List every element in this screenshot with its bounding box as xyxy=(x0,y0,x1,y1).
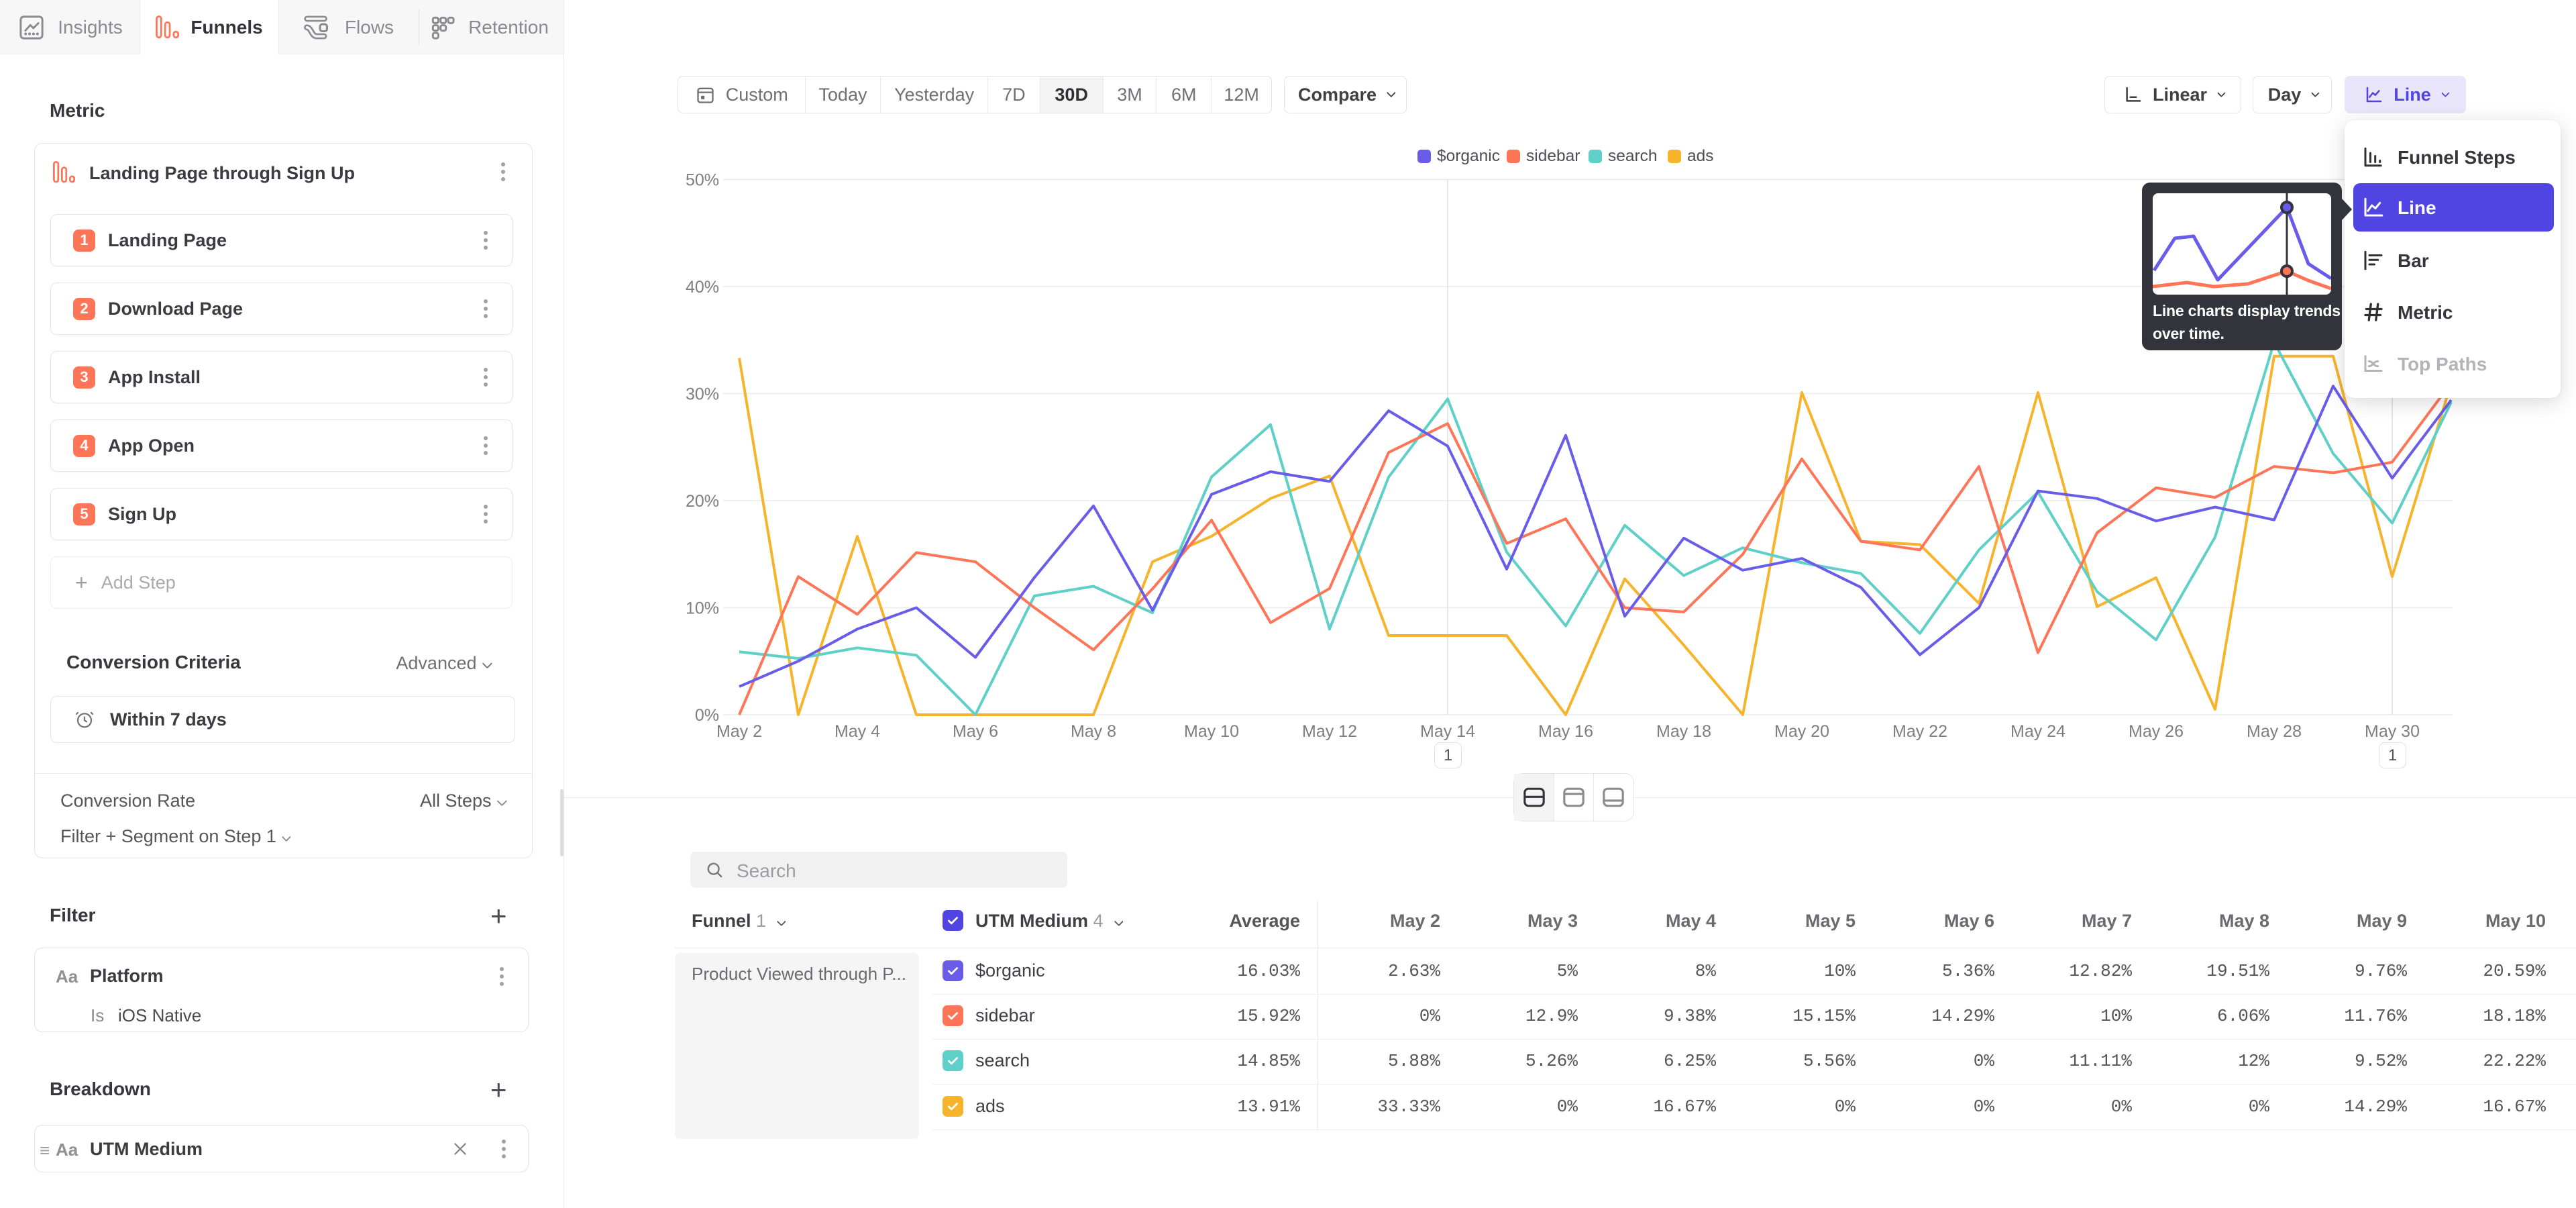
svg-text:May 2: May 2 xyxy=(716,722,762,741)
svg-text:May 28: May 28 xyxy=(2247,722,2302,741)
svg-text:May 24: May 24 xyxy=(2010,722,2065,741)
svg-text:May 30: May 30 xyxy=(2365,722,2420,741)
svg-text:May 14: May 14 xyxy=(1420,722,1475,741)
svg-text:May 6: May 6 xyxy=(953,722,998,741)
svg-text:20%: 20% xyxy=(686,492,719,511)
svg-text:May 20: May 20 xyxy=(1774,722,1829,741)
svg-text:May 10: May 10 xyxy=(1184,722,1239,741)
svg-text:30%: 30% xyxy=(686,385,719,404)
svg-text:sidebar: sidebar xyxy=(1526,147,1580,165)
svg-text:May 18: May 18 xyxy=(1656,722,1711,741)
svg-text:10%: 10% xyxy=(686,599,719,618)
svg-text:ads: ads xyxy=(1687,147,1714,165)
svg-text:0%: 0% xyxy=(695,706,719,725)
svg-text:search: search xyxy=(1608,147,1658,165)
svg-text:May 16: May 16 xyxy=(1538,722,1593,741)
svg-text:May 4: May 4 xyxy=(835,722,880,741)
svg-text:May 26: May 26 xyxy=(2129,722,2184,741)
svg-text:May 22: May 22 xyxy=(1892,722,1947,741)
svg-text:$organic: $organic xyxy=(1437,147,1500,165)
svg-text:40%: 40% xyxy=(686,278,719,297)
svg-text:50%: 50% xyxy=(686,171,719,190)
svg-text:May 12: May 12 xyxy=(1302,722,1357,741)
svg-text:May 8: May 8 xyxy=(1071,722,1116,741)
